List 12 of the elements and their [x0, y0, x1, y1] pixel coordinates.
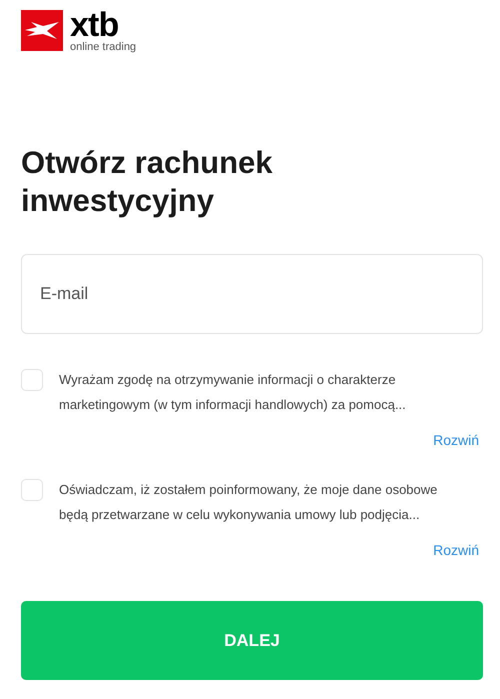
email-field[interactable]: E-mail	[21, 254, 483, 334]
consent-text: Oświadczam, iż zostałem poinformowany, że moje dane osobowe będą przetwarzane w celu wykonywania umowy lub podjęcia...	[59, 481, 438, 524]
next-button[interactable]: DALEJ	[21, 601, 483, 680]
logo-wordmark: xtb	[70, 10, 118, 40]
consent-checkbox[interactable]	[21, 479, 43, 501]
expand-link[interactable]: Rozwiń	[433, 430, 479, 451]
logo-mark-icon	[21, 10, 63, 51]
page-heading: Otwórz rachunek inwestycyjny	[21, 144, 274, 220]
consent-checkbox[interactable]	[21, 369, 43, 391]
consent-text: Wyrażam zgodę na otrzymywanie informacji o charakterze marketingowym (w tym informacji handlowych) za pomocą...	[59, 371, 406, 414]
logo-tagline: online trading	[70, 40, 136, 54]
expand-link[interactable]: Rozwiń	[433, 540, 479, 561]
